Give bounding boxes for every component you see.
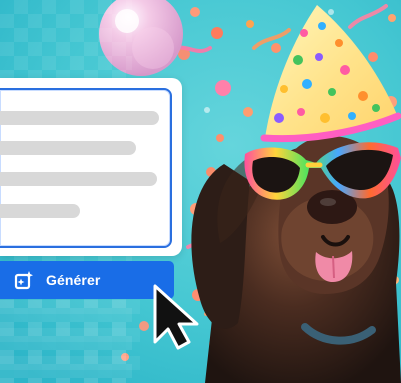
sparkle-frame-icon	[13, 270, 34, 291]
generate-button[interactable]: Générer	[0, 261, 174, 299]
placeholder-text-line-2	[0, 141, 136, 155]
party-dog-scene: Générer	[0, 0, 401, 383]
prompt-panel	[0, 78, 182, 256]
placeholder-text-line-4	[0, 204, 80, 218]
prompt-text-area[interactable]	[0, 88, 172, 248]
placeholder-text-line-3	[0, 172, 157, 186]
placeholder-text-line-1	[0, 111, 159, 125]
generate-button-label: Générer	[46, 272, 101, 288]
